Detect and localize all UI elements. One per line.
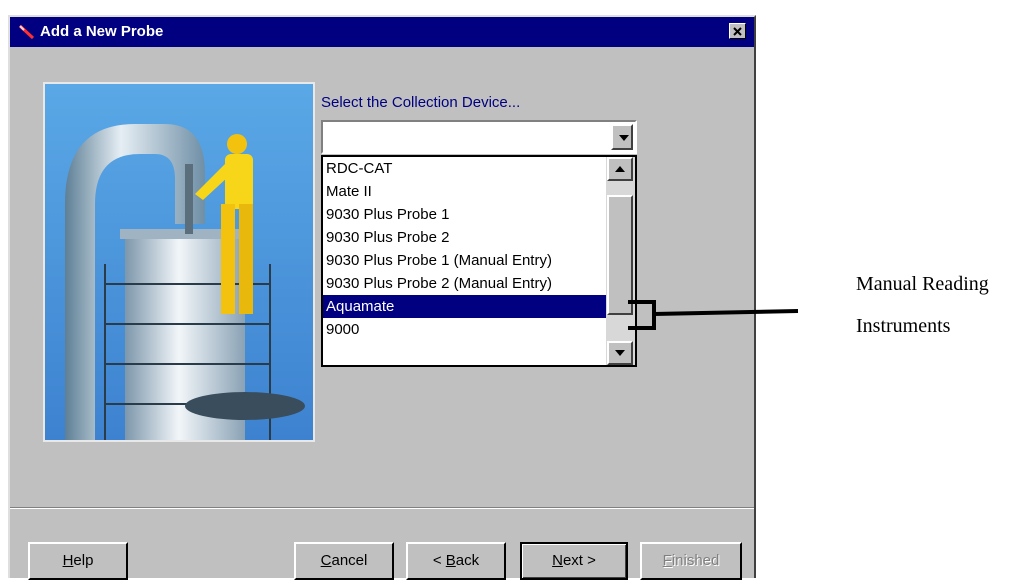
help-label: elp: [73, 552, 94, 569]
finished-label: inished: [671, 552, 720, 569]
help-button[interactable]: Help: [28, 542, 128, 580]
device-list-item[interactable]: Mate II: [323, 180, 606, 203]
back-label: ack: [455, 552, 480, 569]
title-bar[interactable]: Add a New Probe: [10, 17, 754, 47]
close-button[interactable]: [729, 23, 746, 39]
annotation-line-1: Manual Reading: [856, 273, 989, 295]
collection-device-combobox[interactable]: [321, 120, 637, 154]
back-mnemonic: B: [445, 552, 456, 569]
next-button[interactable]: Next >: [520, 542, 628, 580]
window-title: Add a New Probe: [40, 23, 164, 40]
device-list-item[interactable]: Aquamate: [323, 295, 606, 318]
scroll-down-button[interactable]: [607, 341, 633, 365]
chevron-down-icon: [619, 135, 629, 141]
device-list-item[interactable]: 9030 Plus Probe 1: [323, 203, 606, 226]
button-separator: [10, 507, 754, 509]
finished-button[interactable]: Finished: [640, 542, 742, 580]
scroll-thumb[interactable]: [607, 195, 633, 315]
device-dropdown-list[interactable]: RDC-CAT Mate II 9030 Plus Probe 1 9030 Plus…: [321, 155, 637, 367]
device-list: RDC-CAT Mate II 9030 Plus Probe 1 9030 Plus…: [323, 157, 606, 341]
help-mnemonic: H: [62, 552, 74, 569]
device-list-item[interactable]: RDC-CAT: [323, 157, 606, 180]
device-list-item[interactable]: 9030 Plus Probe 2 (Manual Entry): [323, 272, 606, 295]
cancel-button[interactable]: Cancel: [294, 542, 394, 580]
next-mnemonic: N: [552, 552, 563, 569]
arrow-down-icon: [615, 350, 625, 356]
back-button[interactable]: < Back: [406, 542, 506, 580]
next-label: ext >: [562, 552, 596, 569]
scroll-up-button[interactable]: [607, 157, 633, 181]
close-icon: [733, 26, 742, 36]
back-prefix: <: [432, 552, 446, 569]
probe-icon: [18, 24, 35, 40]
annotation-bracket: [628, 300, 799, 330]
add-probe-dialog: Add a New Probe Select the Collection De…: [8, 15, 756, 580]
device-list-item[interactable]: 9030 Plus Probe 1 (Manual Entry): [323, 249, 606, 272]
arrow-up-icon: [615, 166, 625, 172]
cancel-mnemonic: C: [320, 552, 332, 569]
device-list-item[interactable]: 9030 Plus Probe 2: [323, 226, 606, 249]
combo-dropdown-button[interactable]: [611, 124, 633, 150]
cancel-label: ancel: [331, 552, 368, 569]
refinery-worker-image: [45, 84, 313, 440]
device-list-item[interactable]: 9000: [323, 318, 606, 341]
device-prompt-label: Select the Collection Device...: [321, 94, 521, 111]
finished-mnemonic: F: [662, 552, 672, 569]
illustration-image: [43, 82, 315, 442]
annotation-line-2: Instruments: [856, 315, 951, 337]
